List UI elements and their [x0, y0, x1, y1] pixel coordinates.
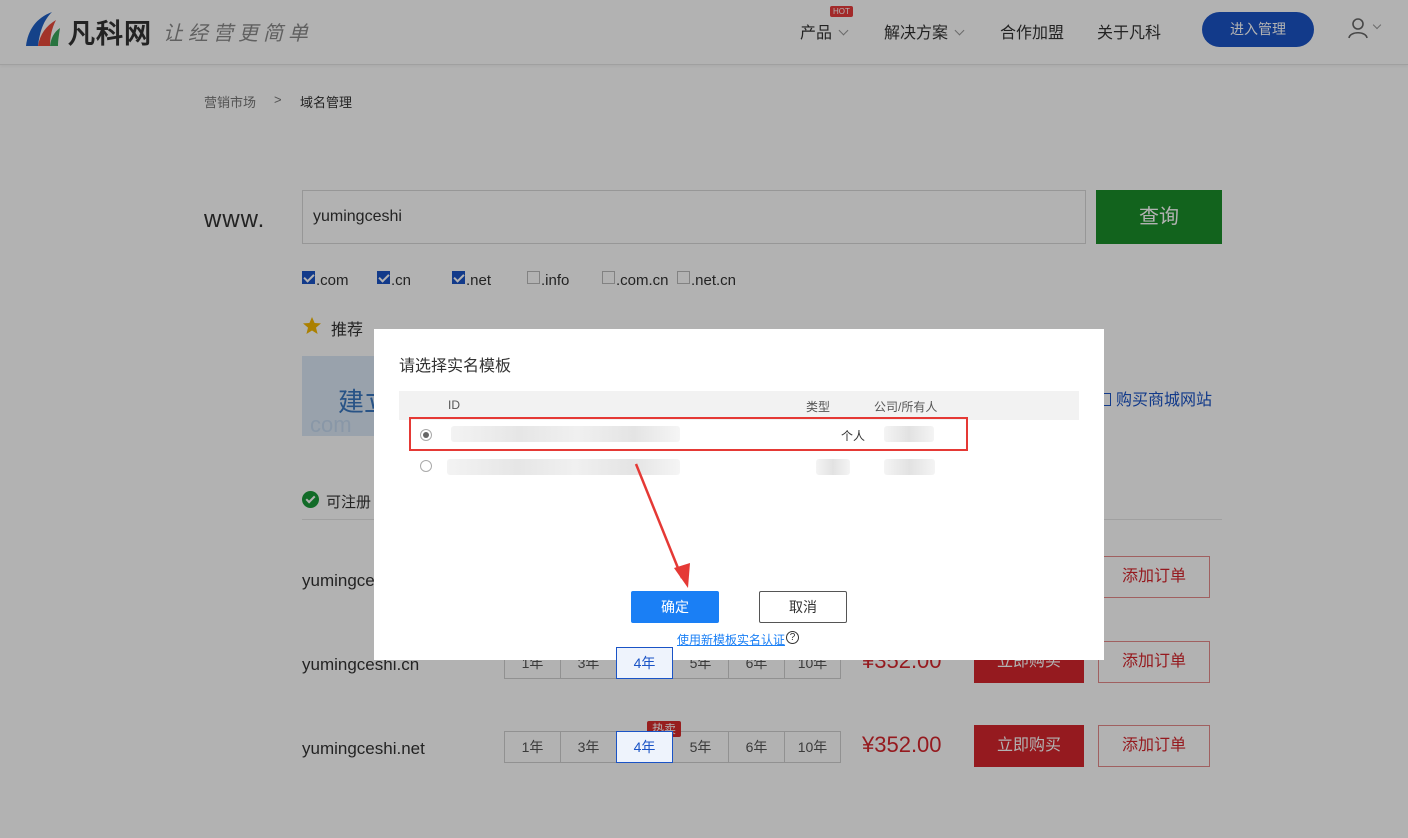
year-option-selected[interactable]: 4年	[616, 731, 673, 763]
annotation-arrow-icon	[634, 463, 690, 588]
cancel-button[interactable]: 取消	[759, 591, 847, 623]
template-row[interactable]	[399, 451, 1079, 481]
blurred-type	[816, 459, 850, 475]
realname-template-dialog: 请选择实名模板 ID 类型 公司/所有人 个人 确定 取消 使用新模板实名认证 …	[374, 329, 1104, 660]
dialog-title: 请选择实名模板	[399, 358, 512, 375]
year-option-selected[interactable]: 4年	[616, 647, 673, 679]
radio-unselected-icon[interactable]	[420, 460, 432, 472]
confirm-button[interactable]: 确定	[631, 591, 719, 623]
help-icon[interactable]: ?	[786, 631, 799, 644]
column-type: 类型	[806, 400, 831, 414]
template-table-header: ID 类型 公司/所有人	[399, 391, 1079, 420]
blurred-owner	[884, 459, 935, 475]
new-template-verify-link[interactable]: 使用新模板实名认证	[677, 631, 785, 648]
annotation-highlight-box	[409, 417, 968, 451]
column-owner: 公司/所有人	[874, 400, 938, 414]
column-id: ID	[448, 398, 460, 412]
